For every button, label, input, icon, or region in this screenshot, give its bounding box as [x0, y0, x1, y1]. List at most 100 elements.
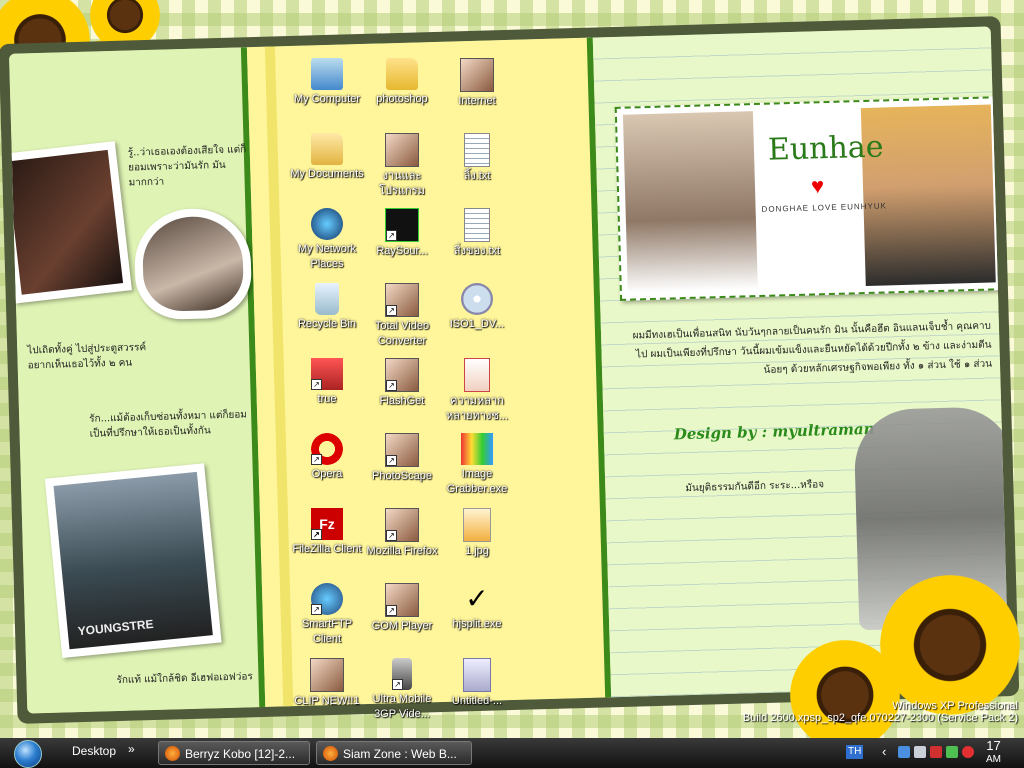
wallpaper-photo — [8, 141, 132, 304]
recycle-bin-icon — [315, 283, 339, 315]
wallpaper-left-panel: รู้..ว่าเธอเองต้องเสียใจ แต่ก็ยอมเพราะว่… — [8, 47, 266, 714]
taskbar: Desktop » Berryz Kobo [12]-2... Siam Zon… — [0, 738, 1024, 768]
desktop-icon[interactable]: 1.jpg — [438, 508, 516, 559]
desktop-icon[interactable]: ลิ้ง.txt — [438, 133, 516, 184]
windows-version-watermark: Windows XP Professional Build 2600.xpsp_… — [743, 700, 1018, 724]
taskbar-button-siamzone[interactable]: Siam Zone : Web B... — [316, 741, 472, 765]
desktop-icon-label: My Network Places — [297, 243, 357, 270]
text-file-icon — [464, 208, 490, 242]
desktop-toolbar-label[interactable]: Desktop — [72, 744, 116, 758]
shortcut-arrow-icon: ↗ — [311, 529, 322, 540]
desktop-icon-label: hjsplit.exe — [452, 618, 502, 630]
chevron-left-icon[interactable]: ‹ — [882, 744, 886, 759]
desktop-icon[interactable]: ↗ Opera — [288, 433, 366, 482]
desktop-icon-label: Opera — [311, 468, 343, 480]
desktop-icon[interactable]: ISO1_DV... — [438, 283, 516, 332]
text-file-icon — [464, 133, 490, 167]
watermark-line2: Build 2600.xpsp_sp2_qfe.070227-2300 (Ser… — [742, 712, 1018, 724]
desktop-icon-label: ความหลากหลายทางช... — [445, 395, 509, 422]
desktop-icon-label: งานและโปรแกรม — [379, 170, 425, 197]
network-app-icon: ↗ — [311, 358, 343, 390]
firefox-icon — [323, 746, 338, 761]
tray-security-icon[interactable] — [930, 746, 942, 758]
desktop-icon-label: Image Grabber.exe — [446, 468, 508, 495]
desktop-icon[interactable]: ↗ RaySour... — [363, 208, 441, 259]
photo-icon: ↗ — [385, 358, 419, 392]
shortcut-arrow-icon: ↗ — [386, 230, 397, 241]
desktop-icon-label: RaySour... — [376, 245, 428, 257]
desktop-icon-label: Ultra Mobile 3GP Vide... — [372, 693, 432, 720]
desktop-icon-label: My Documents — [290, 168, 364, 180]
smartftp-icon: ↗ — [311, 583, 343, 615]
taskbar-button-label: Berryz Kobo [12]-2... — [185, 747, 296, 761]
taskbar-button-label: Siam Zone : Web B... — [343, 747, 457, 761]
start-button[interactable] — [0, 738, 60, 768]
desktop-icon[interactable]: photoshop — [363, 58, 441, 107]
desktop-icon-label: photoshop — [376, 93, 428, 105]
language-indicator[interactable]: TH — [846, 745, 864, 759]
shortcut-arrow-icon: ↗ — [311, 604, 322, 615]
tray-opera-icon[interactable] — [962, 746, 974, 758]
system-tray: TH ‹ 17 AM — [840, 738, 1024, 768]
browser-icon — [165, 746, 180, 761]
watermark-line1: Windows XP Professional — [892, 700, 1018, 712]
opera-icon: ↗ — [311, 433, 343, 465]
image-grabber-icon — [461, 433, 493, 465]
heart-icon: ♥ — [810, 173, 825, 199]
toolbar-chevron-icon[interactable]: » — [128, 742, 135, 756]
desktop-icon[interactable]: งานและโปรแกรม — [363, 133, 441, 199]
desktop-icon[interactable]: My Computer — [288, 58, 366, 107]
taskbar-button-berryz[interactable]: Berryz Kobo [12]-2... — [158, 741, 310, 765]
desktop-icon[interactable]: ↗ Total Video Converter — [363, 283, 441, 349]
desktop-icon[interactable]: Image Grabber.exe — [438, 433, 516, 497]
desktop-icon[interactable]: Untitled-... — [438, 658, 516, 709]
desktop-icon-label: CLIP NEW!!1 — [294, 695, 360, 707]
desktop-icon[interactable]: สิ่งของ.txt — [438, 208, 516, 259]
raysource-icon: ↗ — [385, 208, 419, 242]
tray-network-icon[interactable] — [914, 746, 926, 758]
shortcut-arrow-icon: ↗ — [311, 379, 322, 390]
desktop-icon[interactable]: CLIP NEW!!1 — [288, 658, 366, 709]
desktop-icon-label: Mozilla Firefox — [366, 545, 438, 557]
desktop-icon[interactable]: ↗ GOM Player — [363, 583, 441, 634]
desktop-icon-label: สิ่งของ.txt — [453, 245, 501, 257]
tray-people-icon[interactable] — [898, 746, 910, 758]
desktop-icon[interactable]: Fz ↗ FileZilla Client — [288, 508, 366, 557]
wallpaper-banner-photo: Eunhae ♥ DONGHAE LOVE EUNHYUK — [614, 96, 1004, 301]
desktop-icon[interactable]: ↗ Ultra Mobile 3GP Vide... — [363, 658, 441, 722]
tray-messenger-icon[interactable] — [946, 746, 958, 758]
photo-icon — [385, 133, 419, 167]
desktop-icon[interactable]: My Network Places — [288, 208, 366, 272]
desktop-icon-label: 1.jpg — [465, 545, 489, 557]
desktop-icon[interactable]: ↗ Mozilla Firefox — [363, 508, 441, 559]
disc-icon — [461, 283, 493, 315]
desktop-icon[interactable]: ↗ SmartFTP Client — [288, 583, 366, 647]
desktop-icon[interactable]: ↗ PhotoScape — [363, 433, 441, 484]
desktop-icon-label: Total Video Converter — [374, 320, 430, 347]
shortcut-arrow-icon: ↗ — [386, 305, 397, 316]
filezilla-icon: Fz ↗ — [311, 508, 343, 540]
photo-icon: ↗ — [385, 433, 419, 467]
desktop-icon-label: ISO1_DV... — [449, 318, 505, 330]
desktop-icon[interactable]: Internet — [438, 58, 516, 109]
sunflower-decoration — [880, 575, 1020, 715]
desktop-icon[interactable]: ↗ true — [288, 358, 366, 407]
photo-icon — [310, 658, 344, 692]
wallpaper-thai-text: รู้..ว่าเธอเองต้องเสียใจ แต่ก็ยอมเพราะว่… — [127, 144, 247, 189]
shortcut-arrow-icon: ↗ — [386, 380, 397, 391]
clock-ampm: AM — [986, 754, 1001, 765]
desktop-icon[interactable]: ความหลากหลายทางช... — [438, 358, 516, 424]
desktop-icon[interactable]: Recycle Bin — [288, 283, 366, 332]
desktop-icon[interactable]: ↗ FlashGet — [363, 358, 441, 409]
desktop-icon-label: Untitled-... — [451, 695, 503, 707]
desktop-icon-label: GOM Player — [371, 620, 433, 632]
computer-icon — [311, 58, 343, 90]
taskbar-clock[interactable]: 17 AM — [986, 739, 1001, 766]
desktop-icon-label: FlashGet — [379, 395, 425, 407]
shortcut-arrow-icon: ↗ — [386, 605, 397, 616]
photo-icon: ↗ — [385, 583, 419, 617]
desktop-icon[interactable]: ✓ hjsplit.exe — [438, 583, 516, 632]
desktop-icon-label: true — [317, 393, 337, 405]
desktop-icon-label: PhotoScape — [372, 470, 432, 482]
desktop-icon[interactable]: My Documents — [288, 133, 366, 182]
